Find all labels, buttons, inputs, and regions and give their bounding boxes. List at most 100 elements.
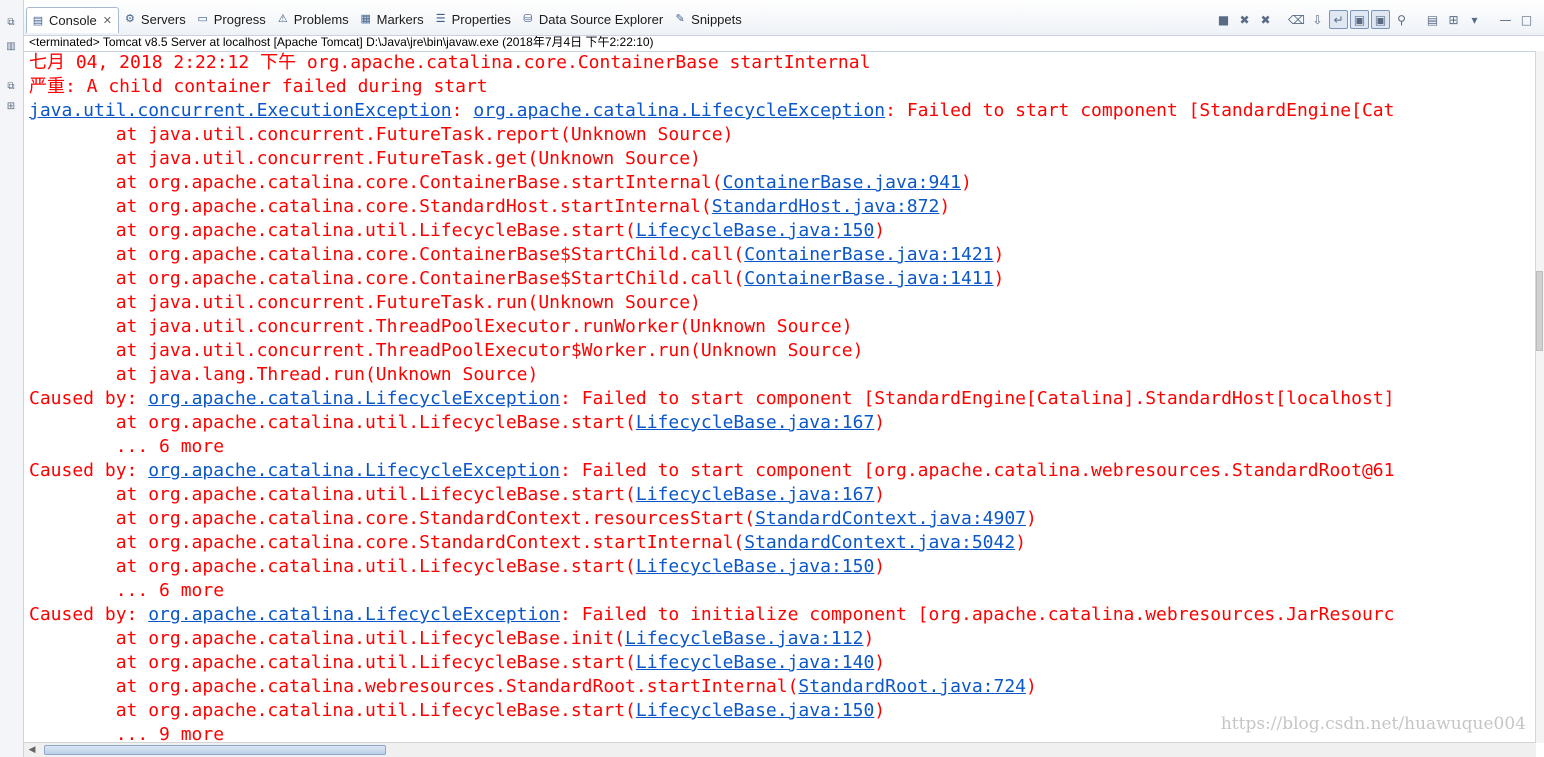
scroll-lock-icon[interactable]: ⇩ xyxy=(1308,10,1327,29)
toolbar-separator xyxy=(1486,10,1494,29)
tab-data-source-explorer[interactable]: ⛁ Data Source Explorer xyxy=(517,7,669,31)
console-text: 严重: A child container failed during star… xyxy=(29,76,488,97)
problems-icon: ⚠ xyxy=(277,13,288,25)
stacktrace-link[interactable]: LifecycleBase.java:112 xyxy=(625,628,863,649)
console-text: at java.lang.Thread.run(Unknown Source) xyxy=(29,364,539,385)
show-on-stdout-icon[interactable]: ▣ xyxy=(1350,10,1369,29)
open-console-icon[interactable]: ⊞ xyxy=(1444,10,1463,29)
horizontal-scrollbar-thumb[interactable] xyxy=(44,745,386,755)
tab-label: Data Source Explorer xyxy=(538,11,664,27)
console-line: Caused by: org.apache.catalina.Lifecycle… xyxy=(29,459,1394,483)
stacktrace-link[interactable]: LifecycleBase.java:150 xyxy=(636,556,874,577)
stacktrace-link[interactable]: StandardRoot.java:724 xyxy=(798,676,1026,697)
view-tab-bar: ▤ Console ✕ ⚙ Servers ▭ Progress ⚠ Problems ▦ Mark… xyxy=(24,0,1544,36)
console-text: ) xyxy=(1026,676,1037,697)
console-text: Caused by: xyxy=(29,604,149,625)
console-toolbar: ■ ✖ ✖ ⌫ ⇩ ↵ ▣ ▣ ⚲ ▤ ⊞ ▾ — □ xyxy=(1214,10,1536,29)
show-on-stderr-icon[interactable]: ▣ xyxy=(1371,10,1390,29)
display-console-icon[interactable]: ▤ xyxy=(1423,10,1442,29)
console-text: ) xyxy=(993,244,1005,265)
stacktrace-link[interactable]: LifecycleBase.java:140 xyxy=(636,652,874,673)
markers-icon: ▦ xyxy=(360,13,371,25)
console-text: at org.apache.catalina.core.StandardHost… xyxy=(29,196,712,217)
restore-icon[interactable]: ⧉ xyxy=(4,16,18,30)
stacktrace-link[interactable]: ContainerBase.java:1421 xyxy=(744,244,993,265)
console-line: at org.apache.catalina.core.StandardCont… xyxy=(29,531,1394,555)
console-line: at java.util.concurrent.FutureTask.repor… xyxy=(29,123,1394,147)
console-line: ... 9 more xyxy=(29,723,1394,744)
stacktrace-link[interactable]: org.apache.catalina.LifecycleException xyxy=(148,460,560,481)
clear-console-icon[interactable]: ⌫ xyxy=(1287,10,1306,29)
console-text: ) xyxy=(1015,532,1027,553)
vertical-scrollbar-thumb[interactable] xyxy=(1536,271,1543,351)
remove-launch-icon[interactable]: ✖ xyxy=(1235,10,1254,29)
console-line: at org.apache.catalina.core.StandardCont… xyxy=(29,507,1394,531)
stacktrace-link[interactable]: LifecycleBase.java:167 xyxy=(636,484,874,505)
restore-icon[interactable]: ⧉ xyxy=(4,80,18,94)
console-line: 严重: A child container failed during star… xyxy=(29,75,1394,99)
stacktrace-link[interactable]: LifecycleBase.java:167 xyxy=(636,412,874,433)
console-process-label: <terminated> Tomcat v8.5 Server at local… xyxy=(29,36,654,49)
stacktrace-link[interactable]: LifecycleBase.java:150 xyxy=(636,220,874,241)
tab-snippets[interactable]: ✎ Snippets xyxy=(669,7,748,31)
console-text: Caused by: xyxy=(29,460,149,481)
vertical-scrollbar[interactable] xyxy=(1535,51,1544,743)
tab-progress[interactable]: ▭ Progress xyxy=(192,7,272,31)
close-icon[interactable]: ✕ xyxy=(103,14,112,27)
console-text: ) xyxy=(874,412,886,433)
console-line: Caused by: org.apache.catalina.Lifecycle… xyxy=(29,387,1394,411)
maximize-icon[interactable]: □ xyxy=(1517,10,1536,29)
hierarchy-icon[interactable]: ⊞ xyxy=(4,100,18,114)
tab-label: Snippets xyxy=(691,11,742,27)
console-text: : Failed to start component [StandardEng… xyxy=(885,100,1395,121)
console-text: at org.apache.catalina.core.StandardCont… xyxy=(29,532,745,553)
console-text: ) xyxy=(874,652,886,673)
console-text: ... 6 more xyxy=(29,580,225,601)
stacktrace-link[interactable]: StandardHost.java:872 xyxy=(712,196,940,217)
scroll-left-arrow-icon[interactable]: ◀ xyxy=(26,744,38,756)
tab-label: Properties xyxy=(451,11,511,27)
console-line: at java.util.concurrent.FutureTask.run(U… xyxy=(29,291,1394,315)
word-wrap-icon[interactable]: ↵ xyxy=(1329,10,1348,29)
tab-console[interactable]: ▤ Console ✕ xyxy=(26,7,119,33)
console-text: at java.util.concurrent.FutureTask.get(U… xyxy=(29,148,701,169)
tab-properties[interactable]: ☰ Properties xyxy=(430,7,517,31)
console-text: at org.apache.catalina.util.LifecycleBas… xyxy=(29,628,626,649)
stacktrace-link[interactable]: org.apache.catalina.LifecycleException xyxy=(148,604,560,625)
stacktrace-link[interactable]: org.apache.catalina.LifecycleException xyxy=(148,388,560,409)
console-text: ) xyxy=(993,268,1005,289)
panel-icon[interactable]: ▥ xyxy=(4,40,18,54)
tab-problems[interactable]: ⚠ Problems xyxy=(272,7,355,31)
console-text: at java.util.concurrent.FutureTask.run(U… xyxy=(29,292,701,313)
view-menu-icon[interactable]: ▾ xyxy=(1465,10,1484,29)
horizontal-scrollbar[interactable]: ◀ xyxy=(24,742,1536,757)
tab-servers[interactable]: ⚙ Servers xyxy=(119,7,192,31)
stacktrace-link[interactable]: ContainerBase.java:941 xyxy=(723,172,961,193)
console-text: at java.util.concurrent.ThreadPoolExecut… xyxy=(29,340,864,361)
minimize-icon[interactable]: — xyxy=(1496,10,1515,29)
stacktrace-link[interactable]: java.util.concurrent.ExecutionException xyxy=(29,100,452,121)
console-lines: 七月 04, 2018 2:22:12 下午 org.apache.catali… xyxy=(29,52,1395,744)
pin-console-icon[interactable]: ⚲ xyxy=(1392,10,1411,29)
stacktrace-link[interactable]: LifecycleBase.java:150 xyxy=(636,700,874,721)
console-text: : Failed to start component [StandardEng… xyxy=(560,388,1395,409)
console-text: ... 9 more xyxy=(29,724,225,744)
stacktrace-link[interactable]: org.apache.catalina.LifecycleException xyxy=(473,100,885,121)
console-text: : Failed to start component [org.apache.… xyxy=(560,460,1395,481)
stacktrace-link[interactable]: StandardContext.java:5042 xyxy=(744,532,1015,553)
console-text: ) xyxy=(874,220,886,241)
tab-markers[interactable]: ▦ Markers xyxy=(355,7,430,31)
toolbar-separator xyxy=(1277,10,1285,29)
console-output[interactable]: 七月 04, 2018 2:22:12 下午 org.apache.catali… xyxy=(24,51,1536,744)
remove-all-terminated-icon[interactable]: ✖ xyxy=(1256,10,1275,29)
console-line: at java.util.concurrent.ThreadPoolExecut… xyxy=(29,315,1394,339)
stacktrace-link[interactable]: ContainerBase.java:1411 xyxy=(744,268,993,289)
tab-label: Markers xyxy=(376,11,424,27)
console-text: Caused by: xyxy=(29,388,149,409)
stacktrace-link[interactable]: StandardContext.java:4907 xyxy=(755,508,1026,529)
console-text: at org.apache.catalina.util.LifecycleBas… xyxy=(29,220,636,241)
console-text: at org.apache.catalina.core.ContainerBas… xyxy=(29,172,723,193)
console-line: ... 6 more xyxy=(29,579,1394,603)
console-text: ) xyxy=(874,484,886,505)
terminate-icon[interactable]: ■ xyxy=(1214,10,1233,29)
